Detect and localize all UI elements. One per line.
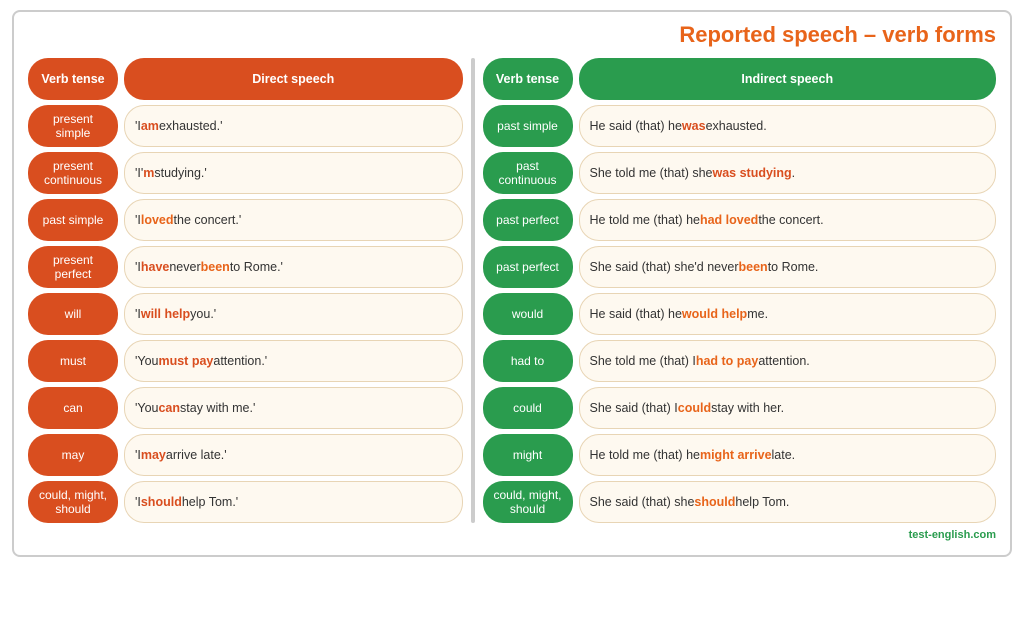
direct-verb-cell: past simple	[28, 199, 118, 241]
direct-speech-cell: 'I have never been to Rome.'	[124, 246, 463, 288]
page-wrapper: Reported speech – verb forms Verb tense …	[12, 10, 1012, 557]
indirect-speech-cell: She told me (that) I had to pay attentio…	[579, 340, 997, 382]
direct-verb-cell: could, might, should	[28, 481, 118, 523]
indirect-speech-cell: He told me (that) he might arrive late.	[579, 434, 997, 476]
indirect-speech-cell: She said (that) she should help Tom.	[579, 481, 997, 523]
direct-verb-cell: will	[28, 293, 118, 335]
indirect-speech-cell: He told me (that) he had loved the conce…	[579, 199, 997, 241]
indirect-verb-tense-col: Verb tense past simple past continuous pas…	[483, 58, 573, 523]
main-table: Verb tense present simple present continu…	[28, 58, 996, 523]
direct-verb-cell: present continuous	[28, 152, 118, 194]
indirect-speech-col: Indirect speech He said (that) he was ex…	[579, 58, 997, 523]
indirect-verb-tense-header: Verb tense	[483, 58, 573, 100]
direct-speech-cell: 'I'm studying.'	[124, 152, 463, 194]
indirect-speech-cell: She said (that) she'd never been to Rome…	[579, 246, 997, 288]
indirect-speech-header: Indirect speech	[579, 58, 997, 100]
direct-section: Verb tense present simple present continu…	[28, 58, 463, 523]
direct-speech-cell: 'I am exhausted.'	[124, 105, 463, 147]
indirect-verb-cell: could	[483, 387, 573, 429]
indirect-verb-cell: could, might, should	[483, 481, 573, 523]
direct-speech-cell: 'I should help Tom.'	[124, 481, 463, 523]
indirect-verb-cell: might	[483, 434, 573, 476]
direct-speech-col: Direct speech 'I am exhausted.' 'I'm stud…	[124, 58, 463, 523]
indirect-section: Verb tense past simple past continuous pas…	[483, 58, 997, 523]
indirect-speech-cell: She told me (that) she was studying.	[579, 152, 997, 194]
direct-verb-cell: present simple	[28, 105, 118, 147]
indirect-verb-cell: past perfect	[483, 199, 573, 241]
indirect-verb-cell: past continuous	[483, 152, 573, 194]
direct-speech-cell: 'I will help you.'	[124, 293, 463, 335]
direct-verb-tense-header: Verb tense	[28, 58, 118, 100]
direct-verb-cell: may	[28, 434, 118, 476]
direct-speech-header: Direct speech	[124, 58, 463, 100]
section-divider	[471, 58, 475, 523]
indirect-verb-cell: had to	[483, 340, 573, 382]
footer-text: test-english.com	[909, 529, 996, 541]
indirect-verb-cell: would	[483, 293, 573, 335]
direct-speech-cell: 'You can stay with me.'	[124, 387, 463, 429]
indirect-verb-cell: past perfect	[483, 246, 573, 288]
indirect-speech-cell: He said (that) he was exhausted.	[579, 105, 997, 147]
direct-speech-cell: 'I loved the concert.'	[124, 199, 463, 241]
direct-speech-cell: 'You must pay attention.'	[124, 340, 463, 382]
direct-verb-tense-col: Verb tense present simple present continu…	[28, 58, 118, 523]
indirect-verb-cell: past simple	[483, 105, 573, 147]
indirect-speech-cell: She said (that) I could stay with her.	[579, 387, 997, 429]
page-title: Reported speech – verb forms	[28, 22, 996, 48]
indirect-speech-cell: He said (that) he would help me.	[579, 293, 997, 335]
direct-verb-cell: present perfect	[28, 246, 118, 288]
footer: test-english.com	[28, 529, 996, 541]
direct-verb-cell: can	[28, 387, 118, 429]
direct-verb-cell: must	[28, 340, 118, 382]
direct-speech-cell: 'I may arrive late.'	[124, 434, 463, 476]
